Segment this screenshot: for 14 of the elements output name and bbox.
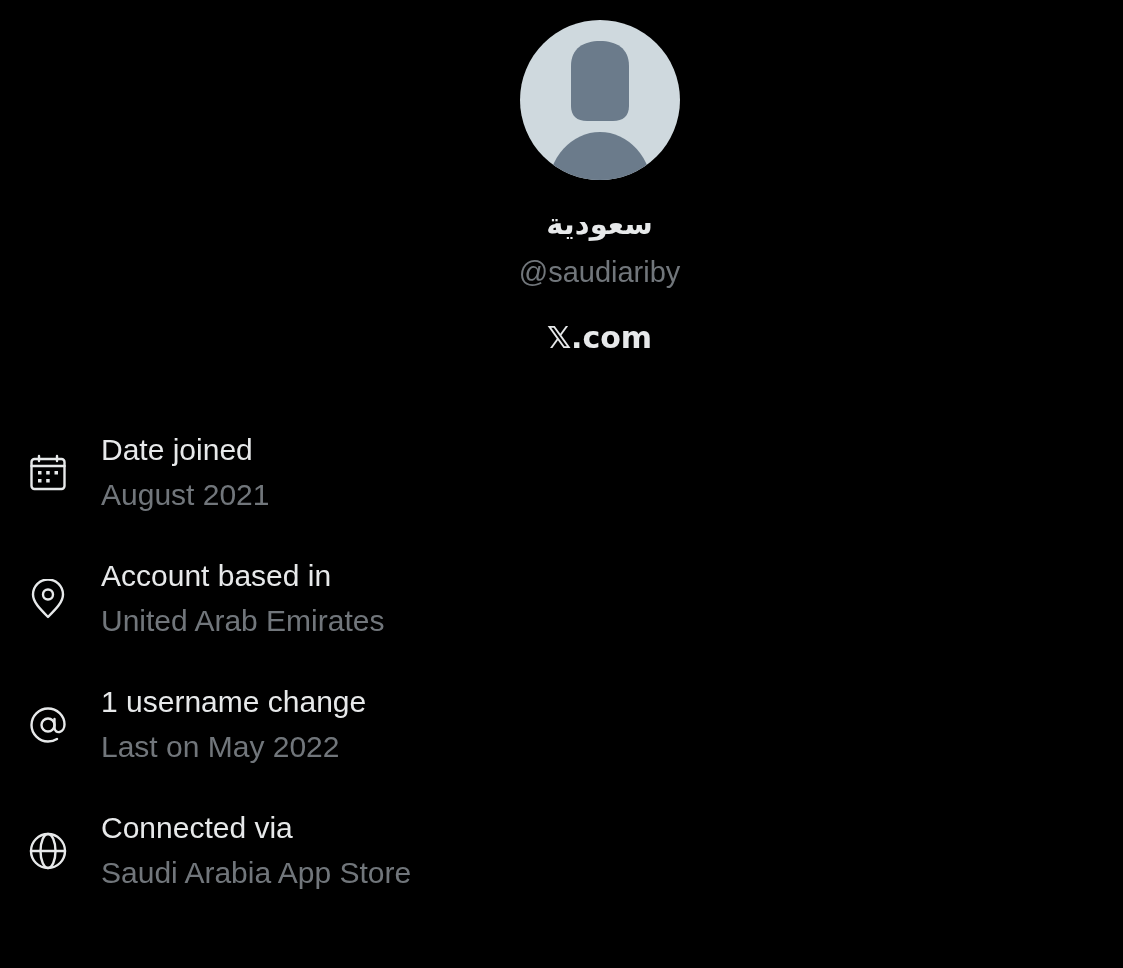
detail-value: United Arab Emirates <box>101 603 385 639</box>
site-name: 𝕏.com <box>546 319 653 357</box>
globe-icon <box>28 831 68 871</box>
detail-label: Date joined <box>101 432 254 468</box>
detail-value: August 2021 <box>101 477 270 513</box>
detail-value: Last on May 2022 <box>101 729 341 765</box>
detail-label: Connected via <box>101 810 294 846</box>
calendar-icon <box>28 453 68 493</box>
detail-label: Account based in <box>101 558 333 594</box>
at-sign-icon <box>28 705 68 745</box>
username-handle: @saudiariby <box>518 255 681 290</box>
detail-value: Saudi Arabia App Store <box>101 855 412 891</box>
display-name: سعودية <box>546 206 653 243</box>
detail-label: 1 username change <box>101 684 367 720</box>
